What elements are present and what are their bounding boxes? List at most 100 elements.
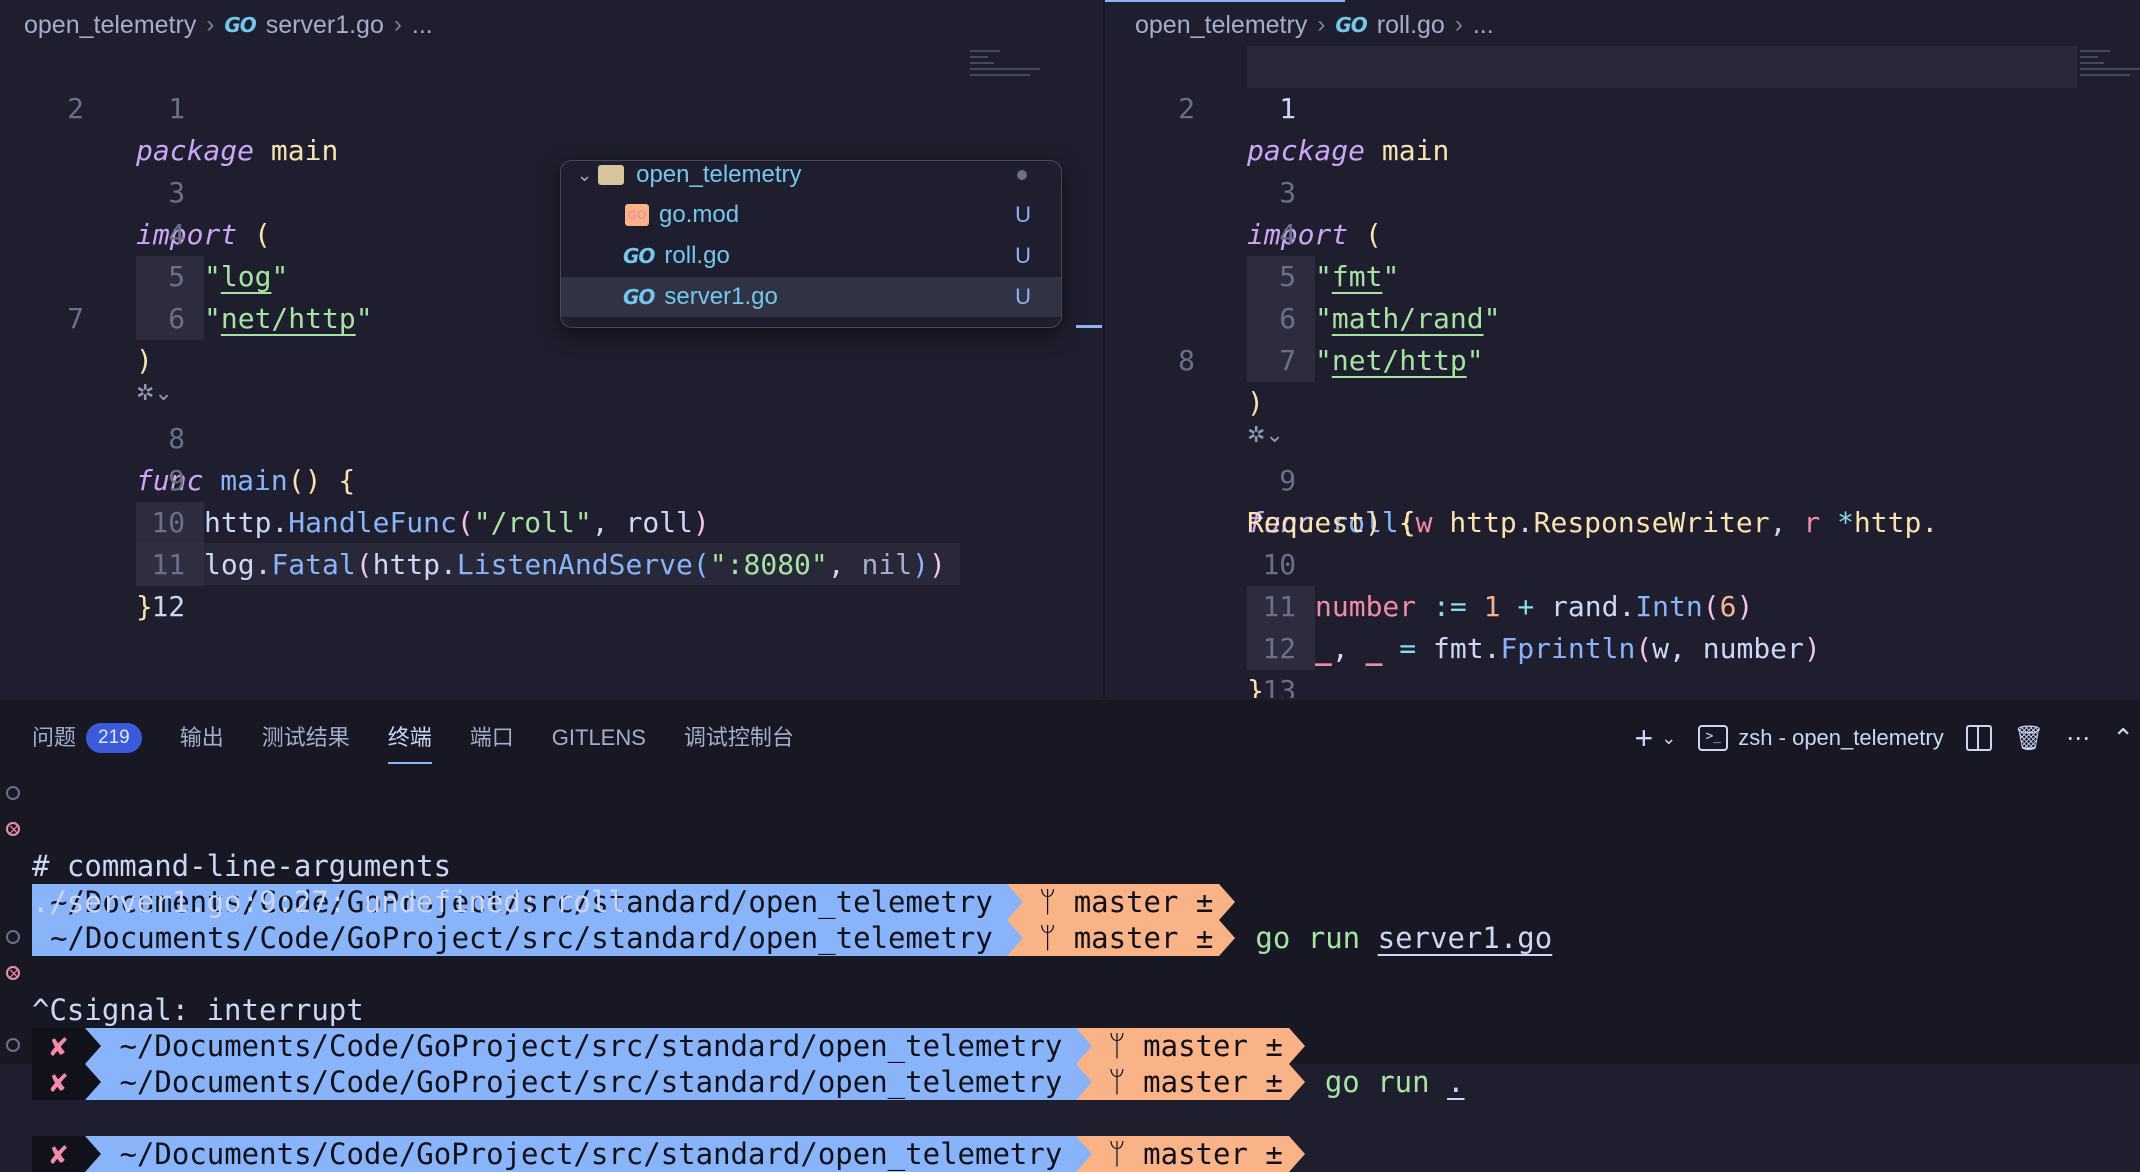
code-line: 3 import ( [1105,130,2140,251]
terminal-output-line: # command-line-arguments [0,848,2140,884]
active-pane-indicator [1105,0,1345,2]
line-number: 13 [1262,674,1297,698]
folder-name: open_telemetry [636,161,802,188]
tab-ports[interactable]: 端口 [470,718,514,758]
output-text: # command-line-arguments [32,849,452,883]
breadcrumb-folder[interactable]: open_telemetry [24,11,196,40]
chevron-right-icon: › [206,11,215,38]
code-line-wrapped: Request) { [1105,460,2140,539]
problems-count-badge: 219 [86,723,142,753]
code-line: 11 } [0,502,1103,623]
code-line: 9 http.HandleFunc("/roll", roll) [0,418,1103,544]
terminal-output-line: ./server1.go:9:27: undefined: roll [0,884,2140,920]
tab-label: 问题 [32,725,77,750]
tab-debug-console[interactable]: 调试控制台 [684,718,794,758]
chevron-down-icon[interactable]: ⌄ [1661,728,1676,749]
untracked-badge: U [1015,202,1031,227]
tab-output[interactable]: 输出 [180,718,224,758]
code-line: 9 func roll(w http.ResponseWriter, r *ht… [1105,418,2140,539]
explorer-file-gomod[interactable]: GO go.mod U [561,195,1061,235]
terminal-icon: >_ [1698,725,1729,751]
right-editor-pane[interactable]: open_telemetry › GO roll.go › ... 1 pack… [1105,0,2140,698]
left-editor-pane[interactable]: open_telemetry › GO server1.go › ... 1 p… [0,0,1103,698]
tab-gitlens[interactable]: GITLENS [552,718,646,758]
git-branch: master ± [1143,1137,1283,1171]
breadcrumb-file[interactable]: roll.go [1377,11,1445,40]
git-branch-icon: ᛘ [1108,1137,1126,1171]
explorer-popup[interactable]: ⌄ open_telemetry GO go.mod U GO roll.go … [560,160,1062,328]
tab-test-results[interactable]: 测试结果 [262,718,350,758]
tab-label: 调试控制台 [683,725,794,750]
file-name: go.mod [659,201,740,228]
error-location-link[interactable]: ./server1.go:9:27: undefined: roll [32,884,626,920]
terminal-output[interactable]: ~/Documents/Code/GoProject/src/standard/… [0,776,2140,1172]
code-line: 5 "math/rand" [1105,214,2140,340]
go-file-icon: GO [623,285,655,309]
powerline-arrow [1076,1136,1093,1172]
command-decoration-icon[interactable] [6,1038,20,1052]
code-line: 1 package main [1105,46,2140,167]
breadcrumb-file[interactable]: server1.go [266,11,384,40]
command-decoration-icon[interactable] [6,786,20,800]
git-branch: master ± [1143,1065,1283,1099]
tab-terminal[interactable]: 终端 [387,718,432,764]
panel-actions: + ⌄ >_ zsh - open_telemetry 🗑 ⋯ ⌃ [1635,718,2134,758]
prompt-git-segment: ᛘ master ± [1092,1136,1289,1172]
code-lens: ✲⌄ [0,340,1103,406]
terminal-selector[interactable]: >_ zsh - open_telemetry [1698,725,1944,751]
prompt-git-segment: ᛘ master ± [1092,1064,1289,1100]
scroll-indicator [1076,325,1102,328]
explorer-file-rollgo[interactable]: GO roll.go U [561,236,1061,276]
line-number: 7 [67,302,84,335]
split-terminal-icon[interactable] [1965,725,1992,751]
line-number: 8 [1178,344,1195,377]
trash-icon[interactable]: 🗑 [2014,724,2044,753]
file-name: server1.go [664,283,778,310]
output-text: ^Csignal: interrupt [32,993,364,1027]
chevron-up-icon[interactable]: ⌃ [2112,723,2134,754]
powerline-arrow [1288,1136,1305,1172]
breadcrumb-more[interactable]: ... [1473,11,1494,40]
command-binary: go run [1324,1065,1430,1099]
line-number: 2 [1178,92,1195,125]
breadcrumb-folder[interactable]: open_telemetry [1135,11,1307,40]
command-decoration-icon[interactable] [6,930,20,944]
breadcrumb-more[interactable]: ... [412,11,433,40]
code-line: 7 ) [1105,298,2140,419]
terminal-prompt-line: ~/Documents/Code/GoProject/src/standard/… [0,776,2140,920]
more-actions-icon[interactable]: ⋯ [2066,724,2090,753]
code-line: 10 number := 1 + rand.Intn(6) [1105,502,2140,628]
tab-label: GITLENS [551,725,646,750]
powerline-arrow [85,1136,102,1172]
terminal-name: zsh - open_telemetry [1738,725,1944,750]
code-line: 12 } [1105,586,2140,698]
panel-tab-bar: 问题 219 输出 测试结果 终端 端口 GITLENS 调试控制台 [32,718,794,764]
code-line: 11 _, _ = fmt.Fprintln(w, number) [1105,544,2140,670]
breadcrumb: open_telemetry › GO roll.go › ... [1135,8,1494,42]
terminal-prompt-line: ~/Documents/Code/GoProject/src/standard/… [0,812,2140,956]
command-error-icon[interactable] [6,812,20,848]
tab-label: 端口 [469,725,514,750]
terminal-prompt-line: ✘ ~/Documents/Code/GoProject/src/standar… [0,956,2140,1100]
add-terminal-icon[interactable]: + [1635,720,1654,757]
bottom-panel: 问题 219 输出 测试结果 终端 端口 GITLENS 调试控制台 + ⌄ >… [0,700,2140,1172]
breadcrumb: open_telemetry › GO server1.go › ... [24,8,433,42]
untracked-badge: U [1015,243,1031,268]
command-file-link[interactable]: . [1447,1065,1464,1099]
chevron-down-icon: ⌄ [577,164,593,185]
terminal-output-line: ^Csignal: interrupt [0,992,2140,1028]
command-error-icon[interactable] [6,956,20,992]
explorer-file-server1go[interactable]: GO server1.go U [561,277,1061,317]
code-line: 4 "fmt" [1105,172,2140,298]
terminal-prompt-line: ✘ ~/Documents/Code/GoProject/src/standar… [0,920,2140,1064]
tab-problems[interactable]: 问题 219 [32,718,142,758]
file-name: roll.go [664,242,730,269]
explorer-folder-row[interactable]: ⌄ open_telemetry [561,161,1061,195]
code-line: 1 package main [0,46,1103,167]
chevron-right-icon: › [393,11,402,38]
tab-label: 输出 [179,725,224,750]
go-file-icon: GO [1335,13,1367,37]
code-line: 13 [1105,628,2140,698]
code-line: 6 "net/http" [1105,256,2140,382]
code-editor[interactable]: 1 package main 2 3 import ( 4 "fmt" 5 "m… [1105,46,2140,698]
